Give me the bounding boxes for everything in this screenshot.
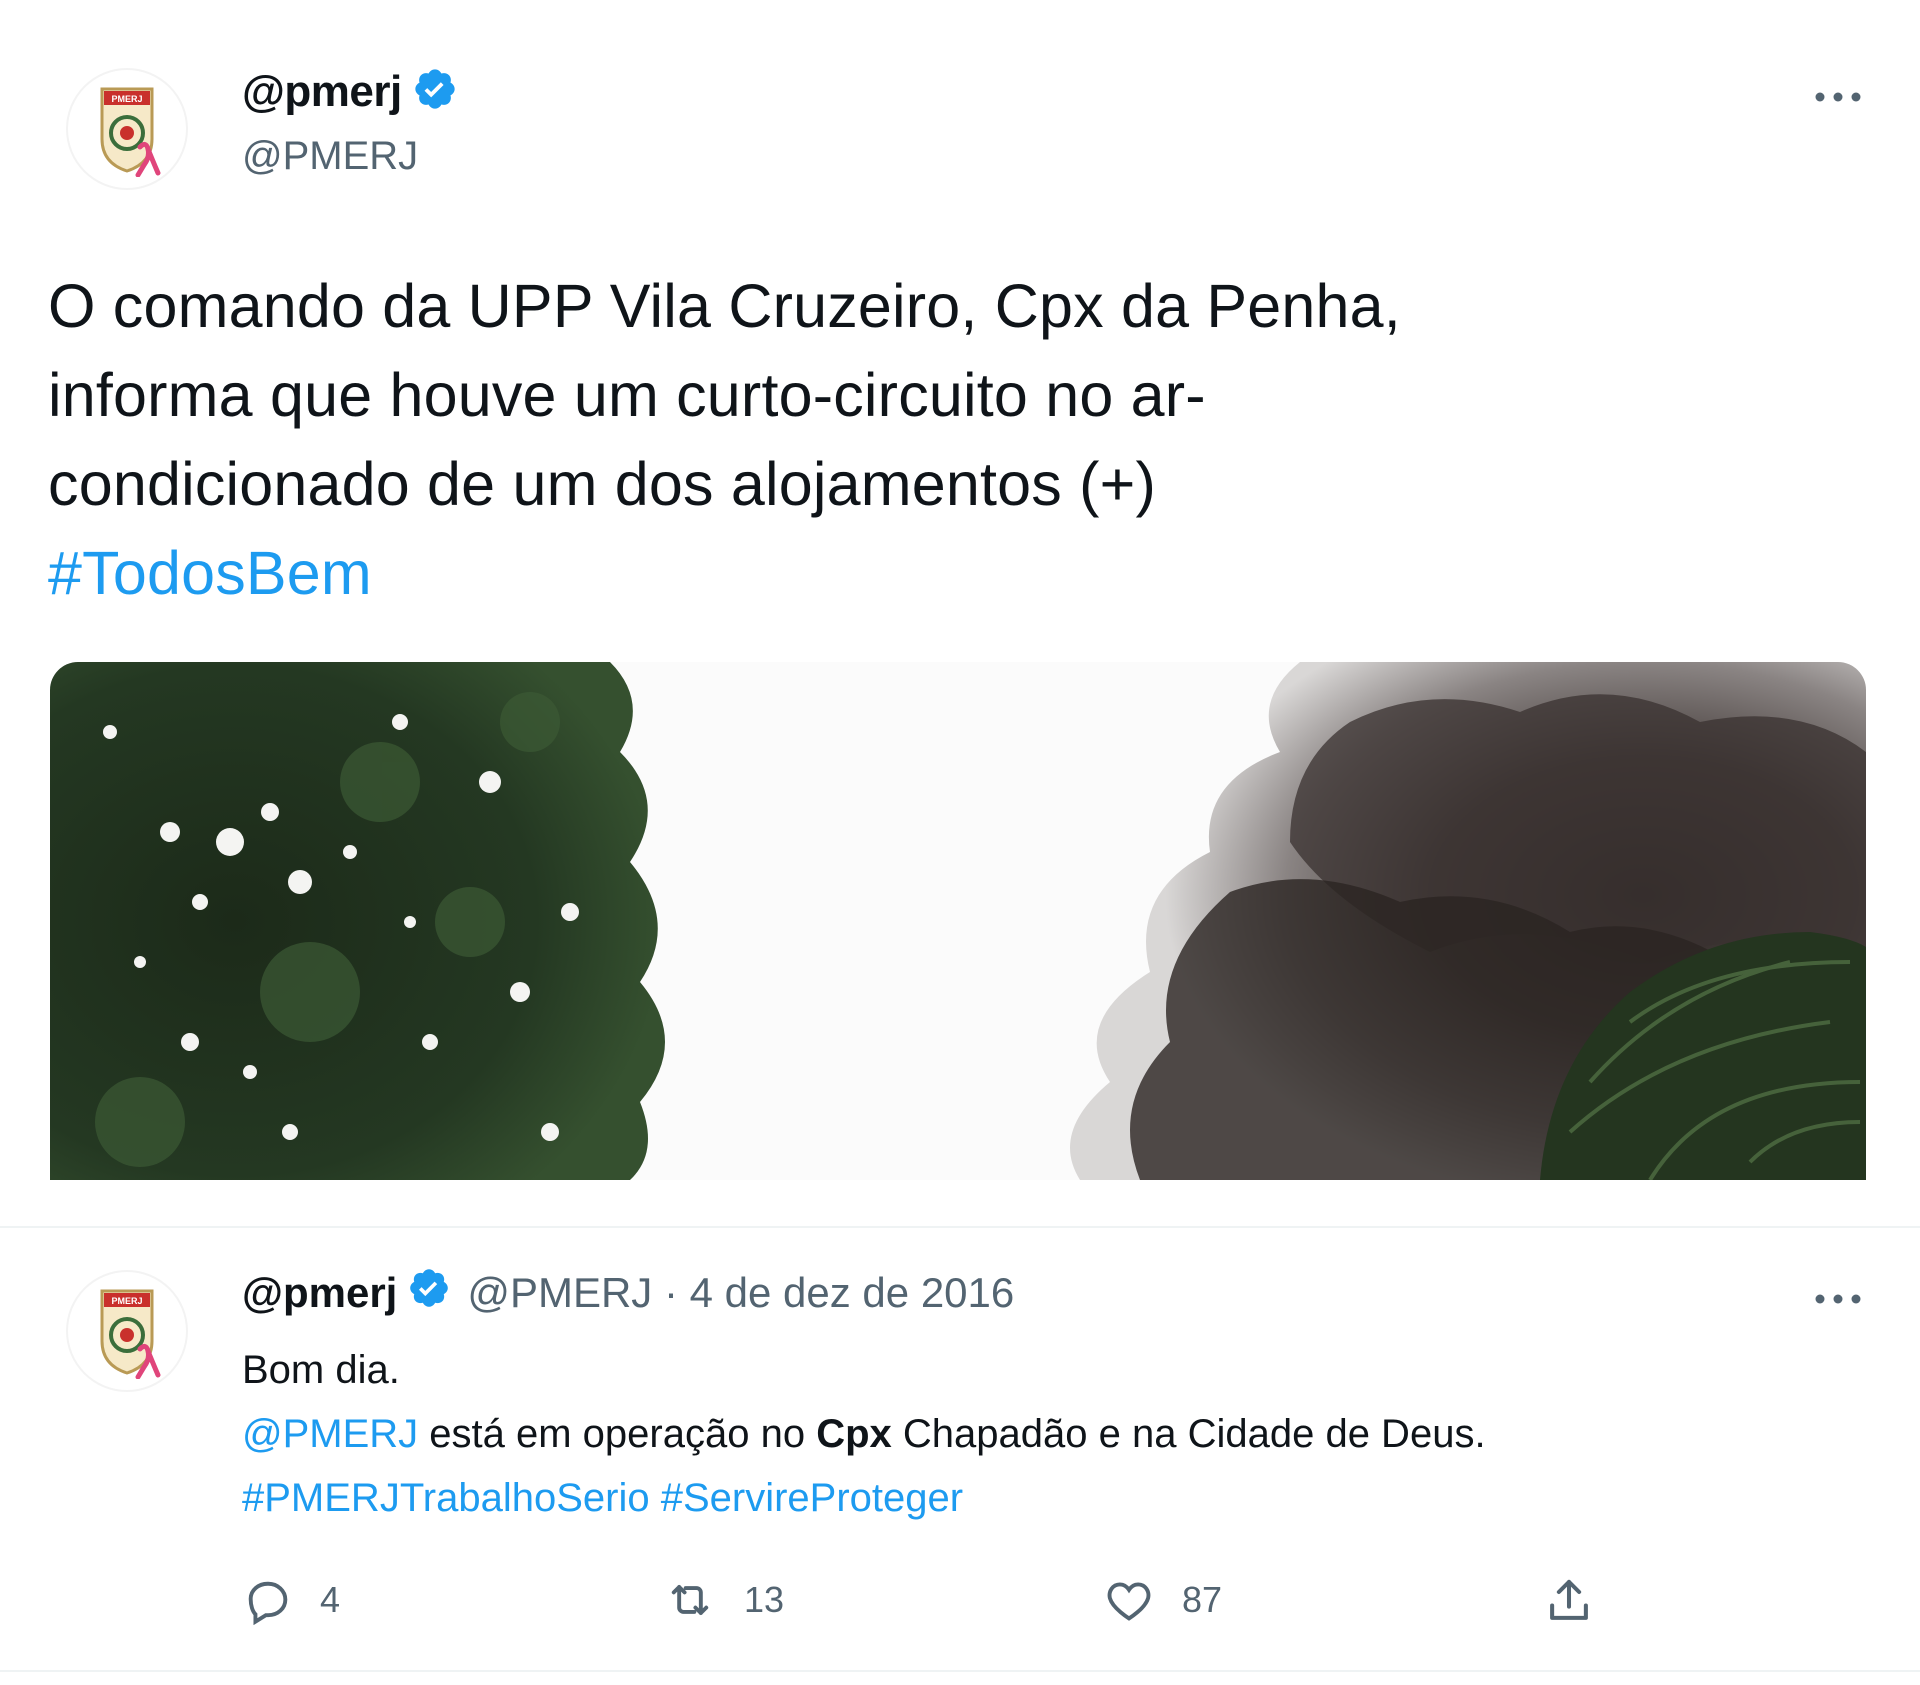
- tweet-text-line: O comando da UPP Vila Cruzeiro, Cpx da P…: [48, 272, 1401, 340]
- author-handle[interactable]: @PMERJ: [242, 134, 418, 179]
- like-icon: [1102, 1574, 1156, 1626]
- reply-icon: [242, 1574, 294, 1626]
- retweet-button[interactable]: 13: [662, 1574, 784, 1626]
- hashtag-link[interactable]: #PMERJTrabalhoSerio: [242, 1476, 650, 1520]
- quoted-tweet-text: Bom dia. @PMERJ está em operação no Cpx …: [242, 1338, 1486, 1530]
- tweet-text-line: @PMERJ está em operação no Cpx Chapadão …: [242, 1402, 1486, 1466]
- more-options-icon[interactable]: [1808, 82, 1868, 112]
- author-display-name[interactable]: @pmerj: [242, 1269, 397, 1317]
- tweet-text-bold: Cpx: [816, 1412, 892, 1456]
- tweet-text-fragment: está em operação no: [418, 1412, 817, 1456]
- tweet-actions: 4 13 87: [242, 1574, 1642, 1634]
- avatar[interactable]: PMERJ: [68, 1272, 186, 1390]
- retweet-count: 13: [744, 1579, 785, 1620]
- tweet-text-line: Bom dia.: [242, 1348, 400, 1392]
- tweet-text: O comando da UPP Vila Cruzeiro, Cpx da P…: [48, 262, 1868, 618]
- like-count: 87: [1182, 1579, 1223, 1620]
- tweet-text-line: condicionado de um dos alojamentos (+): [48, 450, 1156, 518]
- share-button[interactable]: [1542, 1574, 1596, 1628]
- tweet-header: @pmerj @PMERJ · 4 de dez de 2016: [242, 1266, 1014, 1320]
- tweet-text-line: #PMERJTrabalhoSerio #ServireProteger: [242, 1466, 1486, 1530]
- reply-button[interactable]: 4: [242, 1574, 340, 1626]
- hashtag-link[interactable]: #TodosBem: [48, 529, 1868, 618]
- author-display-name[interactable]: @pmerj: [242, 67, 402, 117]
- tweet-text-line: informa que houve um curto-circuito no a…: [48, 361, 1206, 429]
- svg-text:PMERJ: PMERJ: [111, 1296, 142, 1306]
- more-options-icon[interactable]: [1808, 1284, 1868, 1314]
- tweet-meta-handle-date[interactable]: @PMERJ · 4 de dez de 2016: [467, 1269, 1014, 1317]
- verified-badge-icon: [407, 1266, 451, 1320]
- tweet-media-photo[interactable]: [50, 662, 1866, 1180]
- fire-smoke-photo: [50, 662, 1866, 1180]
- svg-text:PMERJ: PMERJ: [111, 94, 142, 104]
- pmerj-shield-logo: PMERJ: [100, 87, 161, 177]
- author-name-row: @pmerj: [242, 66, 458, 117]
- avatar[interactable]: PMERJ: [68, 70, 186, 188]
- main-tweet: PMERJ @pmerj @PMERJ O comando da UPP Vil…: [0, 0, 1920, 1225]
- section-divider: [0, 1226, 1920, 1228]
- section-divider: [0, 1670, 1920, 1672]
- share-icon: [1542, 1574, 1596, 1628]
- like-button[interactable]: 87: [1102, 1574, 1222, 1626]
- pmerj-shield-logo: PMERJ: [100, 1289, 161, 1379]
- hashtag-link[interactable]: #ServireProteger: [661, 1476, 963, 1520]
- reply-count: 4: [320, 1579, 341, 1620]
- verified-badge-icon: [412, 66, 458, 117]
- tweet-text-fragment: Chapadão e na Cidade de Deus.: [891, 1412, 1486, 1456]
- mention-link[interactable]: @PMERJ: [242, 1412, 418, 1456]
- retweet-icon: [662, 1574, 718, 1626]
